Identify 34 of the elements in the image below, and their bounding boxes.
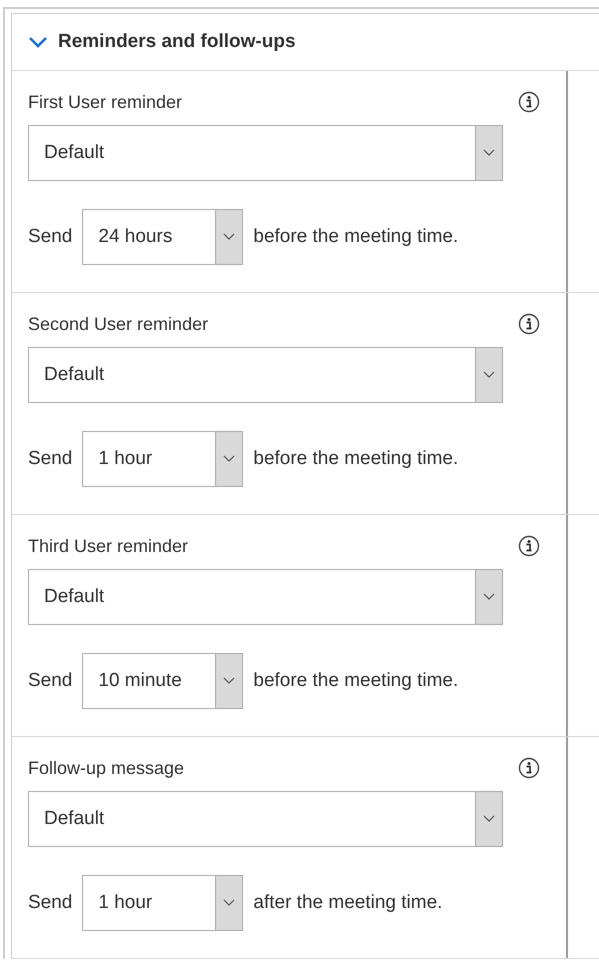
timing-text: before the meeting time. bbox=[253, 448, 458, 470]
timing-text: before the meeting time. bbox=[253, 670, 458, 692]
send-label: Send bbox=[28, 448, 72, 470]
caret-icon bbox=[483, 149, 495, 157]
send-label: Send bbox=[28, 670, 72, 692]
template-dropdown[interactable]: Default bbox=[28, 125, 503, 181]
timing-text: after the meeting time. bbox=[253, 892, 442, 914]
caret-icon bbox=[223, 677, 236, 685]
caret-icon bbox=[223, 899, 236, 907]
template-dropdown[interactable]: Default bbox=[28, 791, 503, 847]
send-label: Send bbox=[28, 226, 72, 248]
caret-icon bbox=[483, 593, 495, 601]
field-label: Third User reminder bbox=[28, 536, 188, 556]
caret-icon bbox=[223, 233, 236, 241]
template-dropdown[interactable]: Default bbox=[28, 569, 503, 625]
template-dropdown[interactable]: Default bbox=[28, 347, 503, 403]
send-label: Send bbox=[28, 892, 72, 914]
time-offset-dropdown[interactable]: 10 minute bbox=[82, 653, 244, 709]
time-offset-dropdown[interactable]: 1 hour bbox=[82, 875, 244, 931]
info-icon[interactable] bbox=[518, 757, 540, 779]
info-icon[interactable] bbox=[518, 535, 540, 557]
collapse-toggle[interactable]: Reminders and follow-ups bbox=[28, 31, 296, 53]
field-label: Follow-up message bbox=[28, 758, 184, 778]
time-offset-dropdown[interactable]: 1 hour bbox=[82, 431, 244, 487]
info-icon[interactable] bbox=[518, 313, 540, 335]
caret-icon bbox=[483, 371, 495, 379]
time-offset-dropdown[interactable]: 24 hours bbox=[82, 209, 244, 265]
caret-icon bbox=[223, 455, 236, 463]
caret-icon bbox=[483, 815, 495, 823]
chevron-icon bbox=[28, 35, 48, 49]
field-label: Second User reminder bbox=[28, 314, 208, 334]
field-label: First User reminder bbox=[28, 92, 182, 112]
info-icon[interactable] bbox=[518, 91, 540, 113]
timing-text: before the meeting time. bbox=[253, 226, 458, 248]
